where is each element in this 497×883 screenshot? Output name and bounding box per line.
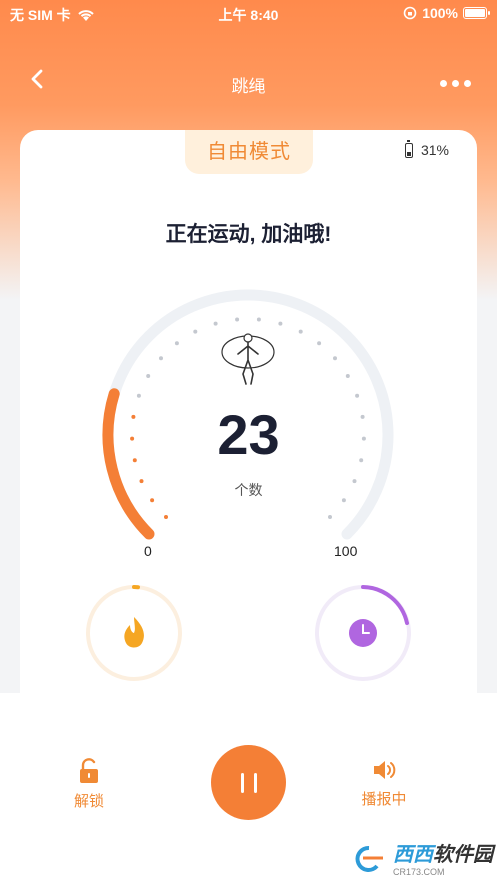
gauge-min-label: 0 bbox=[144, 543, 152, 559]
broadcast-button[interactable]: 播报中 bbox=[344, 758, 424, 809]
gauge-tick-dot bbox=[213, 321, 218, 326]
page-title: 跳绳 bbox=[231, 77, 266, 96]
gauge-tick-dot bbox=[345, 374, 350, 378]
speaker-icon bbox=[374, 761, 396, 779]
gauge-tick-dot bbox=[235, 317, 240, 322]
gauge-tick-dot bbox=[328, 515, 332, 519]
gauge-tick-dot bbox=[164, 515, 168, 519]
watermark-brand-b: 软件园 bbox=[433, 844, 493, 866]
watermark-logo: 西西软件园 CR173.COM bbox=[349, 838, 493, 877]
gauge-tick-dot bbox=[146, 374, 151, 378]
more-options-icon[interactable] bbox=[440, 80, 471, 87]
unlock-button[interactable]: 解锁 bbox=[49, 758, 129, 811]
watermark-mark-icon bbox=[355, 845, 383, 872]
gauge-tick-dot bbox=[174, 341, 179, 346]
gauge-tick-dot bbox=[317, 341, 322, 346]
calorie-ring bbox=[86, 585, 182, 681]
jump-count: 23 bbox=[217, 403, 280, 466]
bottom-control-bar: 解锁 播报中 西西软件园 CR173.COM bbox=[0, 693, 497, 883]
gauge-tick-dot bbox=[159, 356, 163, 361]
gauge-tick-dot bbox=[256, 317, 261, 322]
unlock-label: 解锁 bbox=[73, 793, 104, 810]
gauge-max-label: 100 bbox=[334, 543, 358, 559]
watermark-brand-a: 西西 bbox=[393, 844, 433, 866]
flame-icon bbox=[124, 617, 144, 648]
watermark-url: CR173.COM bbox=[393, 867, 445, 877]
gauge-tick-dot bbox=[278, 321, 283, 326]
gauge-tick-dot bbox=[136, 393, 141, 398]
gauge-tick-dot bbox=[193, 329, 198, 334]
status-battery-icon bbox=[463, 7, 490, 19]
gauge-tick-dot bbox=[355, 393, 360, 398]
timer-ring bbox=[315, 585, 411, 681]
pause-icon-bar-right bbox=[253, 772, 257, 793]
orientation-lock-icon bbox=[403, 6, 417, 20]
pause-button[interactable] bbox=[211, 745, 286, 820]
gauge-tick-dot bbox=[298, 329, 303, 334]
jump-count-label: 个数 bbox=[234, 482, 263, 498]
broadcast-label: 播报中 bbox=[361, 791, 407, 808]
unlock-icon bbox=[80, 758, 98, 783]
pause-icon-bar-left bbox=[240, 772, 244, 793]
status-battery-text: 100% bbox=[422, 5, 458, 21]
nav-bar: 跳绳 bbox=[0, 55, 497, 105]
count-gauge bbox=[102, 289, 394, 540]
workout-card: 自由模式 31% 正在运动, 加油哦! 23 个数 0 100 bbox=[20, 130, 477, 730]
gauge-tick-dot bbox=[333, 356, 337, 361]
clock-icon bbox=[349, 619, 377, 647]
jump-rope-figure-icon bbox=[221, 333, 275, 385]
status-bar: 无 SIM 卡 上午 8:40 100% bbox=[0, 0, 497, 28]
